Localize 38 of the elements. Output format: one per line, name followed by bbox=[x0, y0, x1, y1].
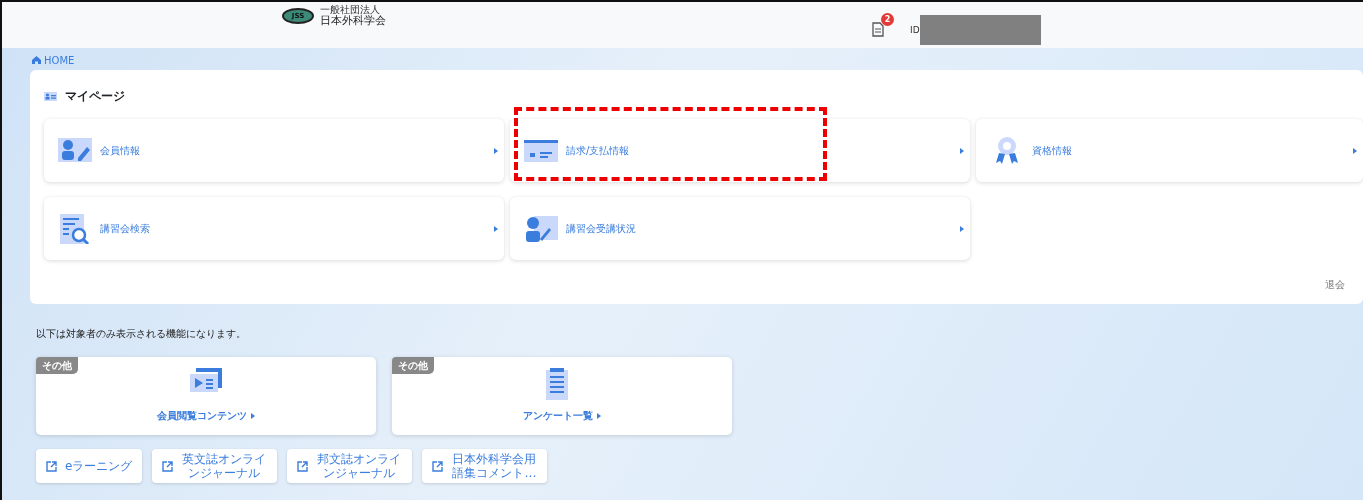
home-icon bbox=[32, 56, 41, 64]
notification-count: 2 bbox=[881, 13, 894, 26]
feature-card[interactable]: その他 アンケート一覧 bbox=[392, 357, 732, 435]
home-link[interactable]: HOME bbox=[32, 50, 1363, 70]
external-link-icon bbox=[162, 460, 174, 472]
caret-icon bbox=[494, 225, 498, 232]
person-pen-icon bbox=[524, 213, 558, 244]
category-tag: その他 bbox=[36, 357, 78, 374]
document-icon bbox=[872, 22, 884, 37]
caret-icon bbox=[596, 413, 601, 419]
caret-icon bbox=[960, 225, 964, 232]
external-link-icon bbox=[297, 460, 309, 472]
menu-item[interactable]: 資格情報 bbox=[976, 119, 1363, 182]
section-title: マイページ bbox=[65, 88, 125, 105]
menu-item[interactable]: 講習会受講状況 bbox=[510, 197, 970, 260]
category-tag: その他 bbox=[392, 357, 434, 374]
notifications-button[interactable] bbox=[872, 20, 884, 38]
external-link[interactable]: 日本外科学会用語集コメント… bbox=[422, 449, 548, 483]
caret-icon bbox=[250, 413, 255, 419]
external-link-icon bbox=[46, 460, 57, 472]
menu-item[interactable]: 請求/支払情報 bbox=[510, 119, 970, 182]
document-search-icon bbox=[58, 213, 92, 244]
caret-icon bbox=[1353, 147, 1357, 154]
org-subtitle: 一般社団法人 bbox=[320, 5, 381, 15]
external-link[interactable]: eラーニング bbox=[36, 449, 143, 483]
caret-icon bbox=[960, 147, 964, 154]
org-title: 日本外科学会 bbox=[320, 15, 386, 27]
external-link[interactable]: 英文誌オンラインジャーナル bbox=[152, 449, 278, 483]
menu-item[interactable]: 講習会検索 bbox=[44, 197, 504, 260]
feature-card[interactable]: その他 会員閲覧コンテンツ bbox=[36, 357, 376, 435]
external-link-icon bbox=[432, 460, 444, 472]
profile-card-icon bbox=[44, 91, 57, 101]
caret-icon bbox=[494, 147, 498, 154]
external-link[interactable]: 邦文誌オンラインジャーナル bbox=[287, 449, 413, 483]
id-label: ID bbox=[910, 24, 920, 37]
notice-text: 以下は対象者のみ表示される機能になります。 bbox=[36, 327, 247, 341]
withdraw-link[interactable]: 退会 bbox=[1325, 277, 1345, 292]
menu-item[interactable]: 会員情報 bbox=[44, 119, 504, 182]
